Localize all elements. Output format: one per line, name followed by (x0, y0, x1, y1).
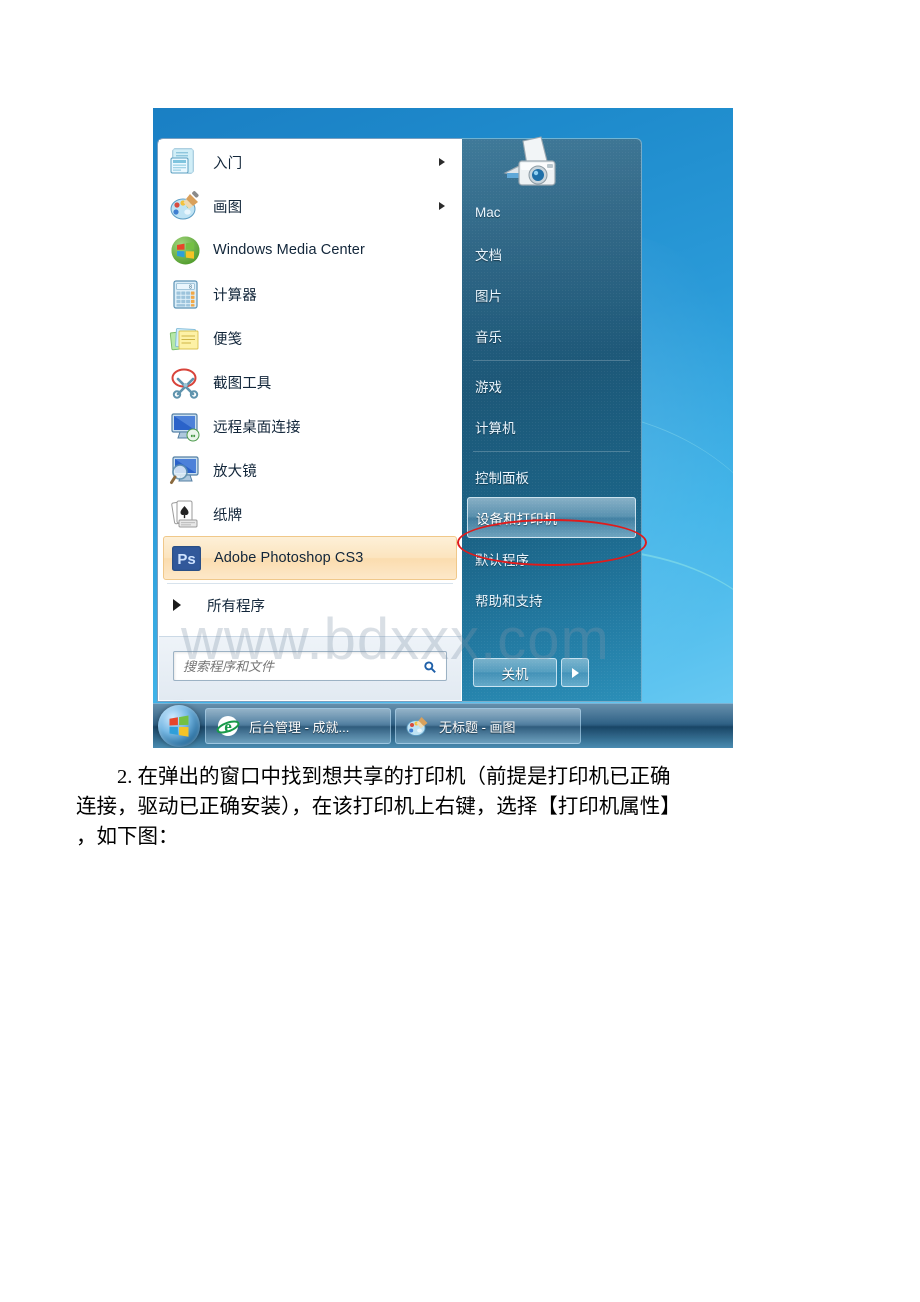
taskbar: e 后台管理 - 成就... 无标题 - 画图 (153, 703, 733, 748)
magnifier-icon (169, 454, 202, 487)
right-pane-divider (473, 360, 630, 361)
right-pane-item-label: Mac (475, 205, 501, 220)
start-menu-item-label: 截图工具 (213, 375, 272, 392)
start-menu-item-paint[interactable]: 画图 (159, 184, 461, 228)
start-menu-item-remote-desktop[interactable]: ↔ 远程桌面连接 (159, 404, 461, 448)
right-pane-divider (473, 451, 630, 452)
chevron-right-icon (571, 667, 579, 678)
shutdown-controls: 关机 (473, 658, 589, 687)
start-menu-item-getting-started[interactable]: 入门 (159, 140, 461, 184)
taskbar-button-browser[interactable]: e 后台管理 - 成就... (205, 708, 391, 744)
right-pane-item-label: 文档 (475, 247, 502, 263)
paragraph-line-1: 2. 在弹出的窗口中找到想共享的打印机（前提是打印机已正确 (117, 766, 671, 788)
photoshop-icon: Ps (170, 542, 203, 575)
right-pane-item-label: 音乐 (475, 329, 502, 345)
shutdown-button[interactable]: 关机 (473, 658, 557, 687)
start-menu-item-solitaire[interactable]: 纸牌 (159, 492, 461, 536)
svg-text:8: 8 (189, 284, 192, 290)
search-input[interactable] (174, 657, 417, 675)
start-menu-item-label: Adobe Photoshop CS3 (214, 550, 364, 566)
start-menu-item-label: Windows Media Center (213, 242, 365, 258)
right-pane-item-computer[interactable]: 计算机 (462, 406, 641, 447)
paint-palette-icon (169, 190, 202, 223)
start-menu-item-label: 入门 (213, 155, 243, 172)
paint-palette-icon (406, 714, 430, 738)
start-menu-item-label: 远程桌面连接 (213, 419, 301, 436)
windows-start-orb[interactable] (158, 705, 200, 747)
svg-text:e: e (224, 717, 232, 736)
getting-started-icon (169, 146, 202, 179)
program-list: 入门 画图 Windows Media Center 8 计算器 便笺 截图工具… (159, 140, 461, 638)
chevron-right-icon (439, 158, 445, 166)
embedded-screenshot: 入门 画图 Windows Media Center 8 计算器 便笺 截图工具… (153, 108, 733, 748)
right-pane-item-label: 控制面板 (475, 470, 529, 486)
right-pane-item-default-programs[interactable]: 默认程序 (462, 538, 641, 579)
svg-text:Ps: Ps (177, 551, 195, 568)
right-pane-item-help-and-support[interactable]: 帮助和支持 (462, 579, 641, 620)
start-menu-item-label: 放大镜 (213, 463, 257, 480)
start-menu-left-pane: 入门 画图 Windows Media Center 8 计算器 便笺 截图工具… (157, 138, 462, 702)
all-programs-label: 所有程序 (207, 598, 265, 615)
start-menu-item-magnifier[interactable]: 放大镜 (159, 448, 461, 492)
start-menu-item-label: 画图 (213, 199, 243, 216)
right-pane-item-label: 游戏 (475, 379, 502, 395)
solitaire-cards-icon (169, 498, 202, 531)
user-avatar[interactable] (497, 135, 571, 199)
right-pane-item-label: 设备和打印机 (476, 511, 557, 527)
right-pane-item-control-panel[interactable]: 控制面板 (462, 456, 641, 497)
taskbar-button-paint[interactable]: 无标题 - 画图 (395, 708, 581, 744)
right-pane-item-label: 图片 (475, 288, 502, 304)
start-menu-item-label: 纸牌 (213, 507, 243, 524)
start-menu-item-snipping-tool[interactable]: 截图工具 (159, 360, 461, 404)
right-pane-item-music[interactable]: 音乐 (462, 315, 641, 356)
start-menu-item-label: 便笺 (213, 331, 243, 348)
start-menu-item-calculator[interactable]: 8 计算器 (159, 272, 461, 316)
windows-media-center-icon (169, 234, 202, 267)
paragraph-line-3: ，如下图： (76, 826, 179, 848)
shutdown-label: 关机 (501, 666, 529, 682)
right-pane-item-label: 默认程序 (475, 552, 529, 568)
search-box[interactable]: ⚲ (173, 651, 447, 681)
svg-text:↔: ↔ (191, 431, 196, 440)
right-pane-item-label: 帮助和支持 (475, 593, 543, 609)
search-icon[interactable]: ⚲ (415, 649, 449, 683)
all-programs-button[interactable]: 所有程序 (159, 586, 461, 624)
taskbar-button-label: 后台管理 - 成就... (249, 719, 350, 735)
chevron-right-icon (173, 599, 181, 611)
start-menu-item-windows-media-center[interactable]: Windows Media Center (159, 228, 461, 272)
remote-desktop-icon: ↔ (169, 410, 202, 443)
document-paragraph: 2. 在弹出的窗口中找到想共享的打印机（前提是打印机已正确 连接，驱动已正确安装… (76, 762, 852, 852)
start-menu-right-pane: Mac 文档 图片 音乐 游戏 计算机 控制面板 设备和打印机 默认程序 帮助和… (462, 138, 642, 702)
internet-explorer-icon: e (216, 714, 240, 738)
chevron-right-icon (439, 202, 445, 210)
calculator-icon: 8 (169, 278, 202, 311)
right-pane-item-games[interactable]: 游戏 (462, 365, 641, 406)
start-menu-item-label: 计算器 (213, 287, 257, 304)
right-pane-item-pictures[interactable]: 图片 (462, 274, 641, 315)
right-pane-item-documents[interactable]: 文档 (462, 233, 641, 274)
right-pane-list: Mac 文档 图片 音乐 游戏 计算机 控制面板 设备和打印机 默认程序 帮助和… (462, 139, 641, 620)
start-menu: 入门 画图 Windows Media Center 8 计算器 便笺 截图工具… (157, 135, 647, 702)
shutdown-options-button[interactable] (561, 658, 589, 687)
program-list-divider (167, 583, 453, 584)
snipping-tool-icon (169, 366, 202, 399)
taskbar-button-label: 无标题 - 画图 (439, 719, 516, 735)
search-area: ⚲ (159, 636, 461, 700)
start-menu-item-photoshop[interactable]: Ps Adobe Photoshop CS3 (163, 536, 457, 580)
sticky-notes-icon (169, 322, 202, 355)
right-pane-item-devices-and-printers[interactable]: 设备和打印机 (467, 497, 636, 538)
start-menu-item-sticky-notes[interactable]: 便笺 (159, 316, 461, 360)
right-pane-item-label: 计算机 (475, 420, 516, 436)
paragraph-line-2: 连接，驱动已正确安装），在该打印机上右键，选择【打印机属性】 (76, 796, 681, 818)
